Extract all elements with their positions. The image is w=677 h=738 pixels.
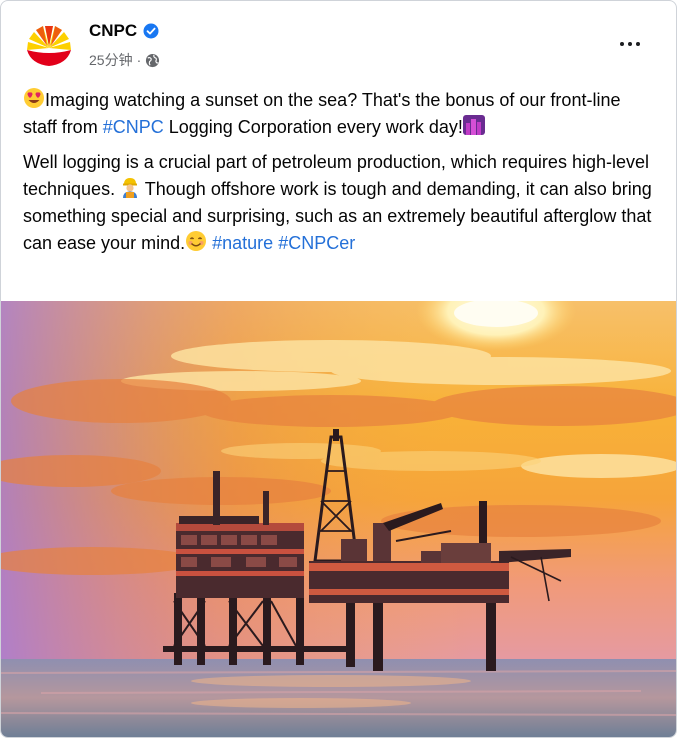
post-paragraph-1: Imaging watching a sunset on the sea? Th… [23,87,655,141]
hashtag-cnpc-link[interactable]: #CNPC [103,117,164,137]
facebook-post-card: CNPC 25分钟 · Imaging watching a sunset on… [0,0,677,738]
page-name-link[interactable]: CNPC [89,21,137,41]
author-row: CNPC [89,21,159,41]
night-city-emoji-icon [462,115,485,135]
dot [636,42,640,46]
dot [628,42,632,46]
hashtag-cnpcer-link[interactable]: #CNPCer [278,233,355,253]
construction-worker-emoji-icon [123,178,138,198]
cnpc-logo-avatar[interactable] [23,18,75,70]
post-header: CNPC 25分钟 · [1,1,676,91]
cnpc-logo-icon [23,18,75,70]
smiling-face-emoji-icon [186,231,207,251]
globe-icon[interactable] [145,53,160,68]
heart-eyes-emoji-icon [24,88,44,108]
hashtag-nature-link[interactable]: #nature [212,233,273,253]
more-options-button[interactable] [616,35,644,53]
verified-badge-icon [143,23,159,39]
post-timestamp[interactable]: 25分钟 [89,50,133,70]
post-paragraph-2: Well logging is a crucial part of petrol… [23,149,655,257]
post-meta: 25分钟 · [89,50,160,70]
offshore-oil-platform-sunset-photo[interactable] [1,301,676,737]
dot [620,42,624,46]
paragraph-1-text-end: Logging Corporation every work day! [163,117,463,137]
meta-separator: · [136,52,142,68]
post-text: Imaging watching a sunset on the sea? Th… [23,87,655,265]
